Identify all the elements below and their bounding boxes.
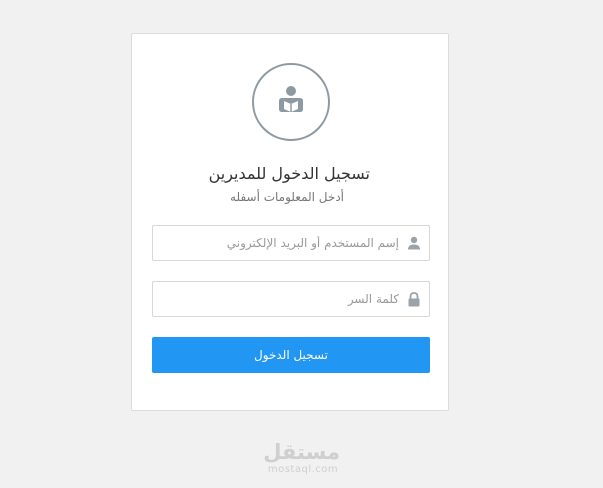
password-input[interactable] (153, 282, 399, 316)
password-field[interactable] (152, 281, 430, 317)
logo-text-en: mostaql.com (267, 464, 339, 475)
login-card: تسجيل الدخول للمديرين أدخل المعلومات أسف… (131, 33, 449, 411)
page-title: تسجيل الدخول للمديرين (208, 164, 370, 183)
avatar-circle (252, 63, 330, 141)
username-input[interactable] (153, 226, 399, 260)
logo-text-ar: مستقل (263, 440, 340, 464)
username-field[interactable] (152, 225, 430, 261)
login-button[interactable]: تسجيل الدخول (152, 337, 430, 373)
lock-icon (399, 291, 429, 307)
user-icon (399, 236, 429, 250)
page-subtitle: أدخل المعلومات أسفله (230, 190, 344, 204)
mostaql-logo: مستقل mostaql.com (263, 440, 340, 475)
reader-icon (279, 86, 303, 112)
